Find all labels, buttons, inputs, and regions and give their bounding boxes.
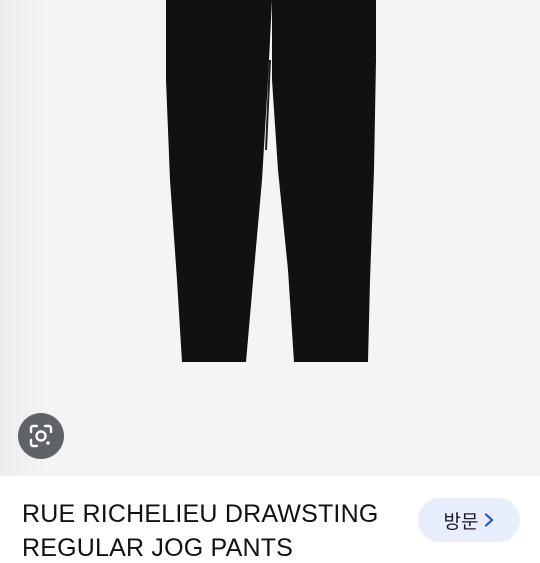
- pants-image: [166, 0, 376, 362]
- visit-button[interactable]: 방문: [418, 498, 520, 542]
- product-title-line1: RUE RICHELIEU DRAWSTING: [22, 500, 379, 528]
- chevron-right-icon: [485, 513, 494, 527]
- pants-right-leg: [272, 0, 376, 362]
- google-lens-icon: [29, 424, 53, 448]
- pants-left-leg: [166, 0, 272, 362]
- visit-button-label: 방문: [443, 510, 479, 533]
- product-title-line2: REGULAR JOG PANTS: [22, 534, 294, 562]
- lens-search-button[interactable]: [18, 413, 64, 459]
- product-image: [0, 0, 540, 476]
